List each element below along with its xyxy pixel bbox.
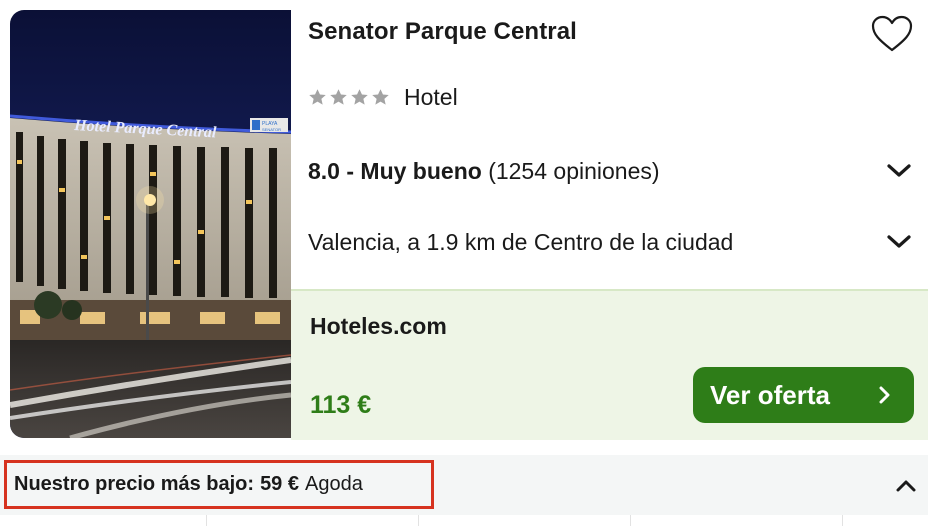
favorite-button[interactable] [869, 12, 915, 56]
deal-price: 113 € [310, 391, 372, 419]
chevron-down-icon[interactable] [885, 228, 913, 256]
star-icon [372, 89, 389, 105]
deal-provider: Hoteles.com [310, 313, 447, 339]
rating-row[interactable]: 8.0 - Muy bueno (1254 opiniones) [308, 151, 913, 191]
hotel-name[interactable]: Senator Parque Central [308, 18, 577, 46]
chevron-up-icon [896, 480, 916, 492]
rating-text: 8.0 - Muy bueno (1254 opiniones) [308, 158, 660, 185]
lowest-price-value: 59 € [260, 473, 299, 495]
lowest-price-provider: Agoda [305, 473, 363, 495]
rating-score: 8.0 - Muy bueno [308, 157, 482, 184]
bottom-divider-strip [0, 515, 928, 526]
chevron-down-icon[interactable] [885, 157, 913, 185]
location-row[interactable]: Valencia, a 1.9 km de Centro de la ciuda… [308, 222, 913, 262]
cta-label: Ver oferta [710, 379, 830, 410]
star-rating [308, 88, 390, 107]
chevron-right-icon [879, 386, 890, 404]
hotel-class: Hotel [308, 84, 458, 111]
divider [418, 515, 419, 526]
star-icon [309, 89, 326, 105]
heart-outline-icon [871, 15, 913, 52]
ver-oferta-button[interactable]: Ver oferta [693, 367, 914, 423]
rating-reviews: (1254 opiniones) [488, 157, 660, 184]
deal-panel: Hoteles.com 113 € Ver oferta [291, 289, 928, 440]
side-sign-line2: SENATOR [262, 127, 281, 132]
lowest-price-highlight[interactable]: Nuestro precio más bajo: 59 € Agoda [4, 460, 434, 509]
star-icon [351, 89, 368, 105]
divider [630, 515, 631, 526]
location-text: Valencia, a 1.9 km de Centro de la ciuda… [308, 228, 734, 255]
hotel-photo-image: Hotel Parque Central PLAYA SENATOR [10, 10, 291, 438]
collapse-button[interactable] [890, 472, 922, 500]
star-icon [330, 89, 347, 105]
hotel-type: Hotel [404, 84, 458, 110]
divider [842, 515, 843, 526]
hotel-photo[interactable]: Hotel Parque Central PLAYA SENATOR [10, 10, 291, 438]
divider [206, 515, 207, 526]
lowest-price-label: Nuestro precio más bajo: [14, 473, 255, 495]
